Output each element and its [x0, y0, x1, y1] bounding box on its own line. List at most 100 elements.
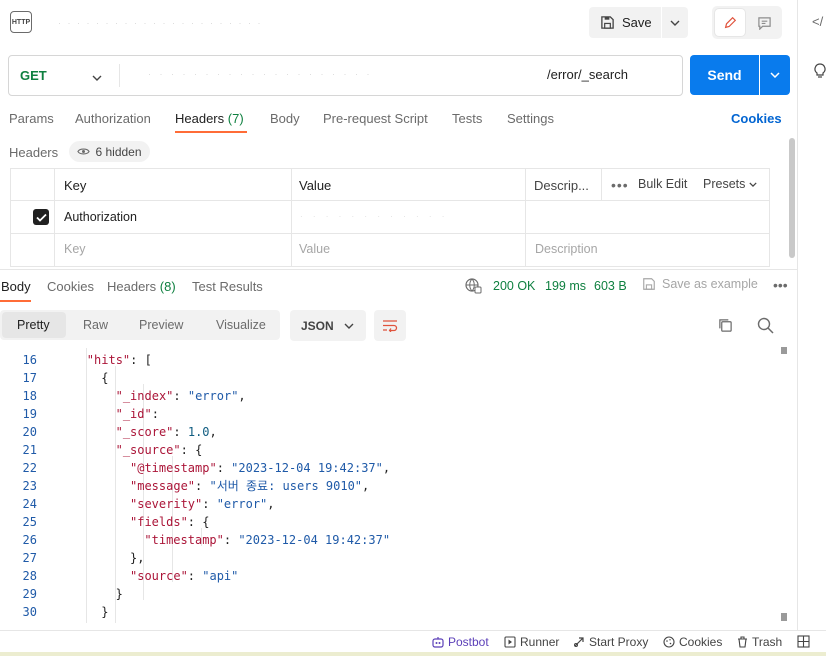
code-token: "fields" — [130, 515, 188, 529]
line-number: 21 — [22, 443, 37, 457]
format-select[interactable]: JSON — [290, 310, 366, 341]
tab-body[interactable]: Body — [270, 111, 300, 126]
more-icon[interactable]: ••• — [611, 177, 629, 193]
wrap-lines-button[interactable] — [374, 310, 406, 341]
url-input-obscured[interactable]: · · · · · · · · · · · · · · · · · · · · — [148, 69, 528, 79]
postbot-button[interactable]: Postbot — [432, 635, 489, 649]
hidden-headers-toggle[interactable]: 6 hidden — [69, 141, 150, 162]
response-body-editor[interactable]: 16 "hits": [17 {18 "_index": "error", 19 "_id… — [0, 348, 788, 623]
header-enabled-checkbox[interactable] — [33, 209, 49, 225]
method-select[interactable]: GET — [20, 68, 47, 83]
table-col-divider — [54, 168, 55, 267]
tab-tests[interactable]: Tests — [452, 111, 482, 126]
code-text: "_id": — [116, 405, 159, 423]
start-proxy-button[interactable]: Start Proxy — [573, 635, 648, 649]
response-status[interactable]: 200 OK — [493, 279, 535, 293]
code-token: : — [223, 533, 239, 547]
code-token: : — [216, 461, 232, 475]
layout-icon[interactable] — [797, 635, 810, 651]
edit-mode-button[interactable] — [715, 9, 745, 36]
code-icon[interactable]: </ — [812, 14, 823, 29]
runner-label: Runner — [520, 635, 560, 649]
tab-headers[interactable]: Headers (7) — [175, 111, 244, 126]
line-number: 25 — [22, 515, 37, 529]
tab-test-results[interactable]: Test Results — [192, 279, 263, 294]
line-number: 16 — [22, 353, 37, 367]
new-header-key-input[interactable]: Key — [64, 242, 86, 256]
save-as-example-button[interactable]: Save as example — [642, 277, 758, 291]
table-col-divider — [525, 168, 526, 267]
tab-pre-request-script[interactable]: Pre-request Script — [323, 111, 428, 126]
tab-params[interactable]: Params — [9, 111, 54, 126]
pencil-icon — [724, 16, 737, 28]
code-scrollbar-down[interactable] — [781, 613, 787, 621]
copy-icon[interactable] — [718, 318, 733, 336]
save-options-button[interactable] — [662, 7, 688, 38]
presets-dropdown[interactable]: Presets — [703, 177, 758, 191]
pane-divider[interactable] — [0, 269, 797, 270]
response-size[interactable]: 603 B — [594, 279, 627, 293]
lightbulb-icon[interactable] — [814, 63, 826, 82]
table-col-divider — [601, 168, 602, 200]
code-token: : — [173, 425, 188, 439]
code-token: "서버 종료: users 9010" — [209, 479, 363, 493]
new-header-description-input[interactable]: Description — [535, 242, 598, 256]
send-options-button[interactable] — [760, 55, 790, 95]
code-line: 21 "_source": { — [0, 441, 788, 459]
line-number: 20 — [22, 425, 37, 439]
code-text: } — [101, 603, 108, 621]
comment-mode-button[interactable] — [749, 9, 779, 36]
trash-button[interactable]: Trash — [737, 635, 782, 649]
response-time[interactable]: 199 ms — [545, 279, 586, 293]
line-number: 29 — [22, 587, 37, 601]
globe-icon[interactable] — [465, 278, 482, 297]
code-token: "api" — [202, 569, 239, 583]
chevron-down-icon[interactable] — [92, 70, 102, 84]
request-scrollbar[interactable] — [789, 138, 795, 258]
code-token: "source" — [130, 569, 188, 583]
search-icon[interactable] — [757, 317, 774, 337]
code-token: , — [267, 497, 275, 511]
code-token: : { — [180, 443, 203, 457]
presets-label: Presets — [703, 177, 746, 191]
http-icon: HTTP — [10, 11, 32, 33]
send-button[interactable]: Send — [690, 55, 759, 95]
view-visualize[interactable]: Visualize — [216, 318, 266, 332]
view-pretty[interactable]: Pretty — [17, 318, 50, 332]
code-token: "_index" — [115, 389, 174, 403]
new-header-value-input[interactable]: Value — [299, 242, 330, 256]
tab-response-headers-count: (8) — [159, 279, 176, 294]
code-token: "timestamp" — [144, 533, 224, 547]
code-scrollbar-up[interactable] — [781, 347, 787, 354]
request-title[interactable]: · · · · · · · · · · · · · · · · · · · · … — [58, 18, 398, 28]
code-line: 18 "_index": "error", — [0, 387, 788, 405]
view-preview[interactable]: Preview — [139, 318, 183, 332]
eye-icon — [77, 148, 91, 155]
more-icon[interactable]: ••• — [773, 277, 788, 293]
code-token: , — [209, 425, 217, 439]
save-icon — [601, 16, 614, 29]
header-key-cell[interactable]: Authorization — [64, 210, 137, 224]
tab-response-cookies[interactable]: Cookies — [47, 279, 94, 294]
cookies-link[interactable]: Cookies — [731, 111, 782, 126]
code-text: "hits": [ — [87, 351, 152, 369]
code-token: : — [202, 497, 217, 511]
tab-authorization[interactable]: Authorization — [75, 111, 151, 126]
footer-cookies-button[interactable]: Cookies — [663, 635, 722, 649]
tab-response-headers[interactable]: Headers (8) — [107, 279, 176, 294]
view-raw[interactable]: Raw — [83, 318, 108, 332]
code-token: "2023-12-04 19:42:37" — [238, 533, 391, 547]
url-separator — [119, 64, 120, 87]
save-example-icon — [643, 278, 655, 290]
tab-response-body[interactable]: Body — [1, 279, 31, 294]
runner-button[interactable]: Runner — [504, 635, 559, 649]
bulk-edit-button[interactable]: Bulk Edit — [638, 177, 687, 191]
url-input[interactable]: /error/_search — [547, 67, 628, 82]
save-button[interactable]: Save — [589, 7, 661, 38]
table-col-divider — [291, 168, 292, 267]
tab-settings[interactable]: Settings — [507, 111, 554, 126]
header-value-cell[interactable]: · · · · · · · · · · · · — [300, 212, 500, 221]
code-token: , — [382, 461, 391, 475]
active-tab-indicator — [175, 131, 247, 133]
code-token: : — [195, 479, 210, 493]
